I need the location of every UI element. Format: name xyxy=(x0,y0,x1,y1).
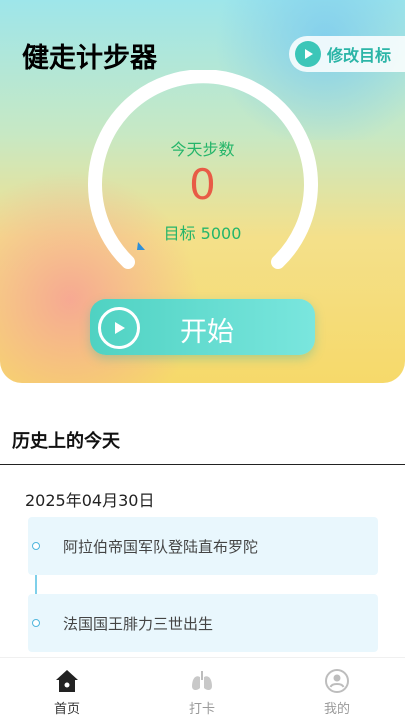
play-icon xyxy=(98,307,140,349)
tab-label: 我的 xyxy=(323,702,350,717)
timeline-dot xyxy=(32,542,40,550)
history-event-text: 阿拉伯帝国军队登陆直布罗陀 xyxy=(63,538,259,556)
section-divider xyxy=(0,464,405,465)
tab-profile[interactable]: 我的 xyxy=(302,666,372,717)
tab-home[interactable]: 首页 xyxy=(32,666,102,717)
lungs-icon xyxy=(167,666,237,696)
history-event-text: 法国国王腓力三世出生 xyxy=(63,615,214,633)
tab-label: 首页 xyxy=(53,702,80,717)
edit-goal-label: 修改目标 xyxy=(326,46,391,65)
start-button-label: 开始 xyxy=(180,317,234,348)
home-icon xyxy=(32,666,102,696)
tab-checkin[interactable]: 打卡 xyxy=(167,666,237,717)
tab-label: 打卡 xyxy=(188,702,215,717)
history-event[interactable]: 阿拉伯帝国军队登陆直布罗陀 xyxy=(28,517,378,575)
today-steps-label: 今天步数 xyxy=(170,140,235,159)
edit-goal-button[interactable]: 修改目标 xyxy=(288,36,405,72)
target-label: 目标 5000 xyxy=(163,224,242,243)
history-event[interactable]: 法国国王腓力三世出生 xyxy=(28,594,378,652)
play-icon xyxy=(294,41,321,67)
step-count: 0 xyxy=(189,160,216,209)
timeline-dot xyxy=(32,619,40,627)
profile-icon xyxy=(302,666,372,696)
bottom-tab-bar: 首页 打卡 我的 xyxy=(0,657,405,721)
history-section-title: 历史上的今天 xyxy=(12,431,120,452)
history-date: 2025年04月30日 xyxy=(25,491,155,510)
start-button[interactable]: 开始 xyxy=(90,299,315,355)
